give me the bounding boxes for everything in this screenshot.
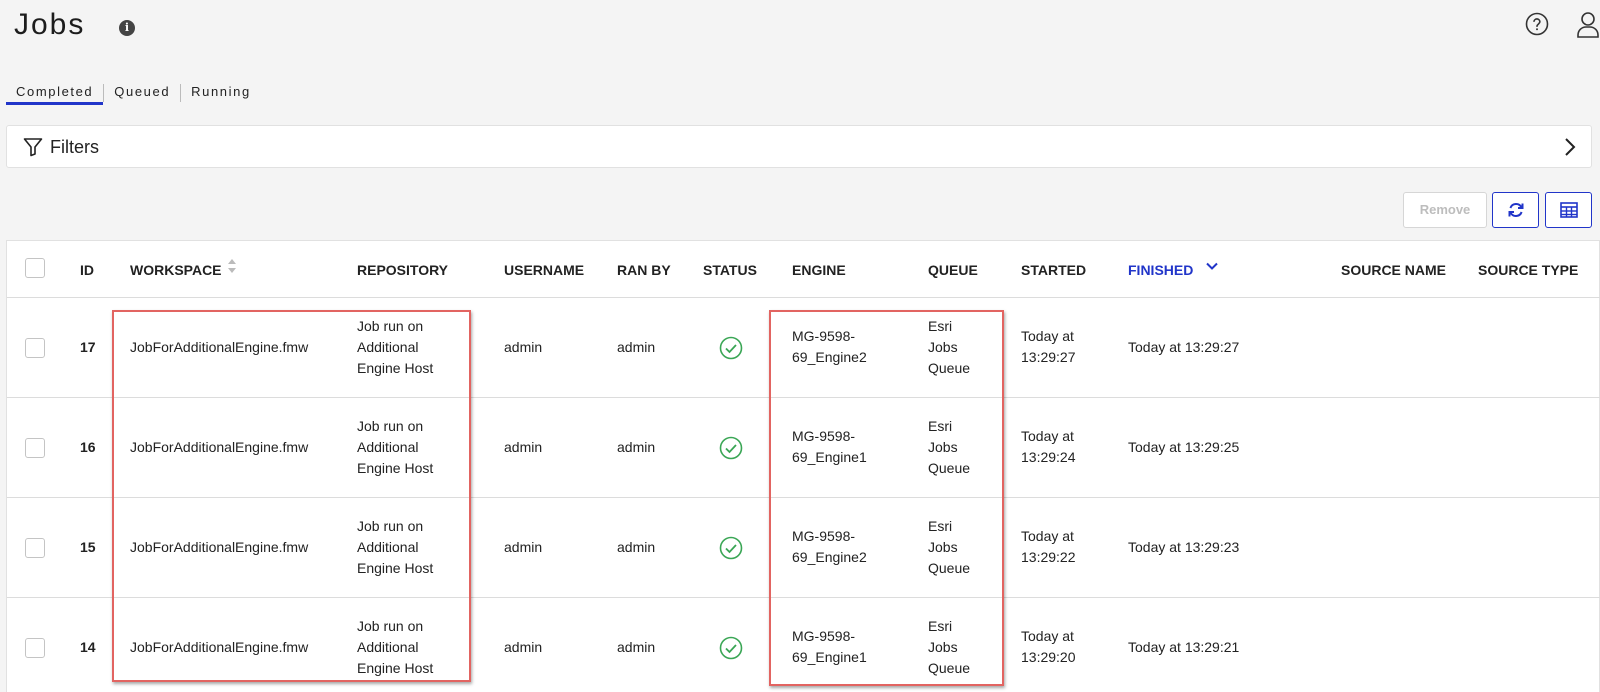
- workspace-name[interactable]: JobForAdditionalEngine.fmw: [130, 437, 308, 458]
- queue-name: Esri Jobs Queue: [928, 618, 971, 676]
- column-header-id[interactable]: ID: [80, 262, 94, 278]
- queue-name: Esri Jobs Queue: [928, 318, 971, 376]
- help-icon[interactable]: [1525, 12, 1549, 36]
- row-checkbox[interactable]: [25, 338, 45, 358]
- queue-name: Esri Jobs Queue: [928, 418, 971, 476]
- remove-button[interactable]: Remove: [1403, 192, 1487, 228]
- started-time: Today at 13:29:27: [1021, 328, 1076, 365]
- started-time: Today at 13:29:20: [1021, 628, 1076, 665]
- tab-queued[interactable]: Queued: [104, 81, 180, 105]
- repository-name: Job run on Additional Engine Host: [357, 418, 434, 476]
- column-header-started[interactable]: STARTED: [1021, 262, 1086, 278]
- finished-time: Today at 13:29:25: [1128, 439, 1240, 455]
- username: admin: [504, 639, 543, 655]
- chevron-right-icon[interactable]: [1563, 137, 1577, 157]
- column-header-finished[interactable]: FINISHED: [1128, 262, 1193, 278]
- username: admin: [504, 539, 543, 555]
- column-header-repository[interactable]: REPOSITORY: [357, 262, 448, 278]
- refresh-button[interactable]: [1492, 192, 1539, 228]
- select-all-checkbox[interactable]: [25, 258, 45, 278]
- filters-panel[interactable]: Filters: [6, 125, 1592, 168]
- job-id[interactable]: 14: [80, 637, 96, 658]
- engine-name: MG-9598- 69_Engine1: [792, 628, 867, 665]
- check-circle-icon: [719, 336, 743, 360]
- ran-by: admin: [617, 539, 656, 555]
- repository-name: Job run on Additional Engine Host: [357, 318, 434, 376]
- started-time: Today at 13:29:24: [1021, 428, 1076, 465]
- check-circle-icon: [719, 636, 743, 660]
- refresh-icon: [1508, 203, 1523, 217]
- column-header-source-name[interactable]: SOURCE NAME: [1341, 262, 1446, 278]
- column-header-workspace[interactable]: WORKSPACE: [130, 262, 222, 278]
- finished-time: Today at 13:29:27: [1128, 339, 1240, 355]
- row-checkbox[interactable]: [25, 438, 45, 458]
- workspace-name[interactable]: JobForAdditionalEngine.fmw: [130, 537, 308, 558]
- engine-name: MG-9598- 69_Engine2: [792, 528, 867, 565]
- engine-name: MG-9598- 69_Engine1: [792, 428, 867, 465]
- column-header-status[interactable]: STATUS: [703, 262, 757, 278]
- ran-by: admin: [617, 339, 656, 355]
- column-header-engine[interactable]: ENGINE: [792, 262, 846, 278]
- page-title: Jobs: [14, 8, 86, 41]
- started-time: Today at 13:29:22: [1021, 528, 1076, 565]
- repository-name: Job run on Additional Engine Host: [357, 518, 434, 576]
- row-checkbox[interactable]: [25, 538, 45, 558]
- filters-label: Filters: [50, 137, 99, 157]
- finished-time: Today at 13:29:21: [1128, 639, 1240, 655]
- column-settings-button[interactable]: [1545, 192, 1592, 228]
- tab-bar: Completed Queued Running: [6, 80, 261, 106]
- row-checkbox[interactable]: [25, 638, 45, 658]
- check-circle-icon: [719, 436, 743, 460]
- sort-icon[interactable]: [227, 257, 237, 275]
- finished-time: Today at 13:29:23: [1128, 539, 1240, 555]
- tab-running[interactable]: Running: [181, 81, 261, 105]
- check-circle-icon: [719, 536, 743, 560]
- repository-name: Job run on Additional Engine Host: [357, 618, 434, 676]
- username: admin: [504, 439, 543, 455]
- workspace-name[interactable]: JobForAdditionalEngine.fmw: [130, 637, 308, 658]
- job-id[interactable]: 17: [80, 337, 96, 358]
- username: admin: [504, 339, 543, 355]
- columns-icon: [1559, 202, 1578, 218]
- job-id[interactable]: 15: [80, 537, 96, 558]
- chevron-down-icon[interactable]: [1205, 259, 1219, 273]
- ran-by: admin: [617, 439, 656, 455]
- jobs-table: ID WORKSPACE REPOSITORY USERNAME RAN BY …: [6, 240, 1600, 692]
- table-row[interactable]: 16 JobForAdditionalEngine.fmw Job run on…: [7, 398, 1600, 498]
- table-row[interactable]: 17 JobForAdditionalEngine.fmw Job run on…: [7, 298, 1600, 398]
- ran-by: admin: [617, 639, 656, 655]
- user-icon[interactable]: [1576, 10, 1600, 38]
- table-row[interactable]: 15 JobForAdditionalEngine.fmw Job run on…: [7, 498, 1600, 598]
- info-icon[interactable]: i: [119, 20, 135, 36]
- tab-completed[interactable]: Completed: [6, 81, 104, 105]
- workspace-name[interactable]: JobForAdditionalEngine.fmw: [130, 337, 308, 358]
- column-header-username[interactable]: USERNAME: [504, 262, 584, 278]
- column-header-queue[interactable]: QUEUE: [928, 262, 978, 278]
- column-header-source-type[interactable]: SOURCE TYPE: [1478, 262, 1578, 278]
- filter-icon: [23, 138, 43, 157]
- table-row[interactable]: 14 JobForAdditionalEngine.fmw Job run on…: [7, 598, 1600, 692]
- engine-name: MG-9598- 69_Engine2: [792, 328, 867, 365]
- column-header-ran-by[interactable]: RAN BY: [617, 262, 671, 278]
- queue-name: Esri Jobs Queue: [928, 518, 971, 576]
- job-id[interactable]: 16: [80, 437, 96, 458]
